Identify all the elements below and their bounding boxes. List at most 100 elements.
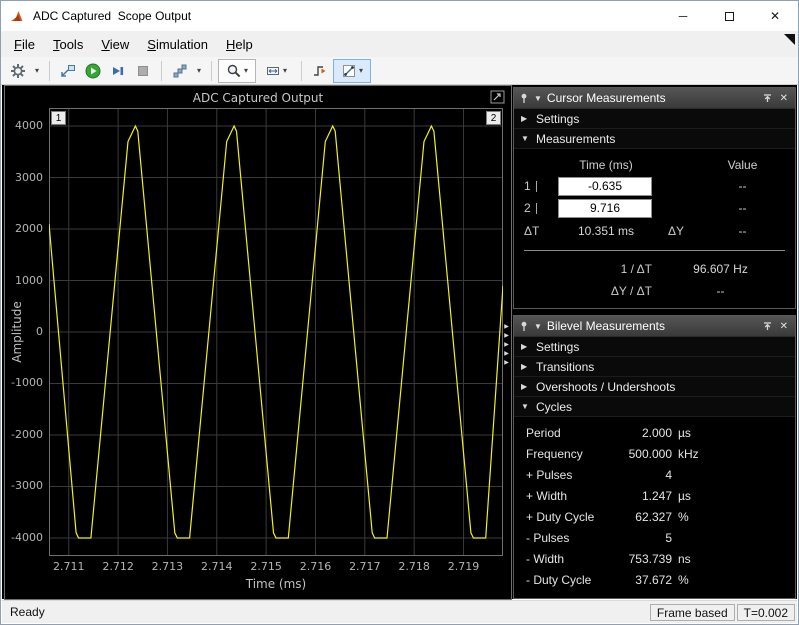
undock-icon[interactable]	[762, 321, 773, 332]
cursor-line-icon	[536, 181, 537, 192]
chevron-down-icon: ▾	[359, 67, 363, 75]
highlight-simulink-block-icon	[60, 63, 76, 79]
status-bar: Ready Frame based T=0.002	[2, 600, 797, 623]
fit-to-view-button[interactable]: ▾	[257, 59, 295, 83]
section-label: Overshoots / Undershoots	[536, 380, 675, 394]
dock-arrow-icon	[784, 34, 795, 45]
collapse-icon[interactable]: ▼	[534, 322, 542, 331]
collapse-icon: ▼	[521, 134, 529, 143]
value-column-header: Value	[698, 158, 787, 172]
stepping-options-icon	[172, 63, 188, 79]
title-bar: ADC Captured Scope Output ─ ✕	[1, 1, 798, 31]
expand-icon: ▶	[521, 362, 529, 371]
bilevel-section-overshoots-undershoots[interactable]: ▶ Overshoots / Undershoots	[514, 377, 795, 397]
y-tick-label: 0	[5, 325, 45, 338]
cursor2-time-input[interactable]	[558, 199, 652, 218]
metric-name: + Duty Cycle	[526, 507, 618, 528]
main-area: ADC Captured Output 1 2 Amplitude Time (…	[2, 85, 797, 599]
slope-row: ΔY / ΔT --	[522, 280, 787, 302]
metric-unit: %	[672, 570, 795, 591]
toolbar-separator	[211, 61, 212, 81]
y-tick-label: -1000	[5, 376, 45, 389]
pin-icon[interactable]	[519, 321, 529, 332]
plot-title: ADC Captured Output	[5, 91, 511, 105]
status-text: Ready	[2, 605, 650, 619]
expand-icon: ▶	[521, 382, 529, 391]
cursor-section-measurements[interactable]: ▼ Measurements	[514, 129, 795, 149]
delta-y-label: ΔY	[654, 224, 698, 238]
collapse-panels-handle[interactable]: ▶ ▶ ▶ ▶ ▶	[501, 323, 512, 367]
undock-icon[interactable]	[762, 93, 773, 104]
metric-unit: µs	[672, 423, 795, 444]
toolbar: ▾	[1, 57, 798, 85]
step-forward-button[interactable]	[106, 59, 130, 83]
x-tick-label: 2.711	[47, 560, 91, 573]
maximize-axes-button[interactable]	[489, 89, 506, 105]
menu-item-view[interactable]: View	[92, 32, 138, 57]
metric-unit	[672, 465, 795, 486]
cursor-section-settings[interactable]: ▶Settings	[514, 109, 795, 129]
menu-item-simulation[interactable]: Simulation	[138, 32, 217, 57]
x-tick-label: 2.717	[343, 560, 387, 573]
cursor1-row: 1 --	[522, 175, 787, 197]
x-tick-label: 2.713	[145, 560, 189, 573]
delta-row: ΔT 10.351 ms ΔY --	[522, 219, 787, 243]
menu-item-tools[interactable]: Tools	[44, 32, 92, 57]
measurement-panels: ▼ Cursor Measurements ✕ ▶Settings▼Measur…	[512, 85, 797, 599]
stop-button[interactable]	[131, 59, 155, 83]
panel-title: Bilevel Measurements	[547, 319, 757, 333]
settings-dropdown[interactable]: ▾	[31, 59, 43, 83]
metric-value: 2.000	[618, 423, 672, 444]
stepping-options-button[interactable]	[168, 59, 192, 83]
minimize-button[interactable]: ─	[660, 1, 706, 31]
panel-close-icon[interactable]: ✕	[778, 321, 790, 332]
metric-unit: kHz	[672, 444, 795, 465]
cursor-panel-sections: ▶Settings ▼ Measurements	[514, 109, 795, 149]
close-button[interactable]: ✕	[752, 1, 798, 31]
inverse-delta-t-value: 96.607 Hz	[654, 262, 787, 276]
metric-value: 37.672	[618, 570, 672, 591]
run-button[interactable]	[81, 59, 105, 83]
highlight-block-button[interactable]	[56, 59, 80, 83]
trigger-button[interactable]	[308, 59, 332, 83]
toolbar-separator	[161, 61, 162, 81]
section-label: Settings	[536, 112, 579, 126]
chevron-down-icon: ▾	[244, 67, 248, 75]
metric-unit: ns	[672, 549, 795, 570]
window-controls: ─ ✕	[660, 1, 798, 31]
maximize-button[interactable]	[706, 1, 752, 31]
expand-axes-icon	[490, 90, 505, 104]
metric-value: 753.739	[618, 549, 672, 570]
collapse-icon[interactable]: ▼	[534, 94, 542, 103]
bilevel-section-cycles[interactable]: ▼Cycles	[514, 397, 795, 417]
x-axis-label: Time (ms)	[49, 577, 503, 591]
cursor2-flag[interactable]: 2	[486, 111, 501, 125]
pin-icon[interactable]	[519, 93, 529, 104]
cursor1-flag[interactable]: 1	[51, 111, 66, 125]
bilevel-section-transitions[interactable]: ▶Transitions	[514, 357, 795, 377]
toolbar-separator	[301, 61, 302, 81]
chevron-right-icon: ▶	[504, 359, 509, 367]
cursor2-row-label: 2	[524, 201, 531, 215]
scope-plot[interactable]	[49, 108, 503, 556]
zoom-button[interactable]: ▾	[218, 59, 256, 83]
section-label: Measurements	[536, 132, 615, 146]
metric-value: 1.247	[618, 486, 672, 507]
bilevel-panel-header: ▼ Bilevel Measurements ✕	[514, 316, 795, 337]
cursor2-value: --	[698, 201, 787, 215]
metric-name: - Pulses	[526, 528, 618, 549]
stepping-options-dropdown[interactable]: ▾	[193, 59, 205, 83]
cursor-measurements-table: Time (ms) Value 1 --	[514, 149, 795, 302]
panel-close-icon[interactable]: ✕	[778, 93, 790, 104]
menu-item-file[interactable]: File	[5, 32, 44, 57]
metric-name: Period	[526, 423, 618, 444]
metric-unit	[672, 528, 795, 549]
cursor-measurements-button[interactable]: ▾	[333, 59, 371, 83]
bilevel-section-settings[interactable]: ▶Settings	[514, 337, 795, 357]
settings-button[interactable]	[6, 59, 30, 83]
cursor1-time-input[interactable]	[558, 177, 652, 196]
menu-item-help[interactable]: Help	[217, 32, 262, 57]
chevron-down-icon: ▾	[35, 67, 39, 75]
x-tick-label: 2.715	[244, 560, 288, 573]
gear-icon	[10, 63, 26, 79]
